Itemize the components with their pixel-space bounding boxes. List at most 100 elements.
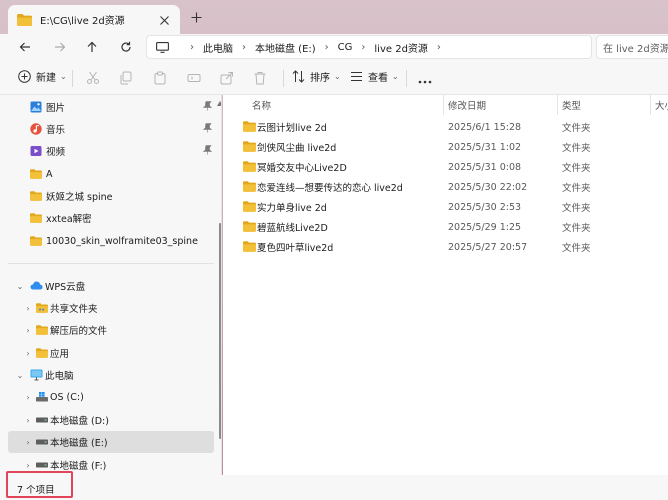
file-row[interactable]: 恋爱连线—想要传达的恋心 live2d 2025/5/30 22:02 文件夹 [237,177,668,197]
file-type: 文件夹 [562,203,591,214]
new-button[interactable]: 新建 ⌄ [18,69,67,84]
monitor-icon [156,41,169,53]
file-type: 文件夹 [562,183,591,194]
chevron-right-icon[interactable]: › [23,349,33,358]
file-date: 2025/5/31 0:08 [448,161,522,173]
file-row[interactable]: 云图计划live 2d 2025/6/1 15:28 文件夹 [237,117,668,137]
breadcrumb-cg[interactable]: CG › [338,42,375,53]
up-arrow-icon[interactable] [83,38,101,56]
sidebar-item-videos[interactable]: 视频 [8,140,214,162]
folder-icon [30,213,42,223]
sidebar-item-this-pc[interactable]: ⌄ 此电脑 [8,364,214,386]
breadcrumb-sep: › [190,41,194,53]
refresh-icon[interactable] [117,38,135,56]
file-type: 文件夹 [562,163,591,174]
file-date: 2025/6/1 15:28 [448,121,522,133]
back-arrow-icon[interactable] [16,38,34,56]
file-type: 文件夹 [562,223,591,234]
more-options-icon[interactable] [418,76,432,90]
breadcrumb-this-pc[interactable]: 此电脑 › [203,40,255,55]
column-name-label: 名称 [252,101,272,112]
sidebar-item-xxtea[interactable]: xxtea解密 [8,207,214,229]
cut-icon[interactable] [86,71,100,85]
sidebar-item-wps-cloud[interactable]: ⌄ WPS云盘 [8,275,214,297]
column-divider[interactable] [650,95,651,115]
sidebar-item-pictures[interactable]: 图片 [8,96,214,118]
column-header-size[interactable]: 大小 [655,95,668,115]
chevron-right-icon[interactable]: › [23,393,33,402]
sidebar-item-drive-e[interactable]: › 本地磁盘 (E:) [8,431,214,453]
file-row[interactable]: 碧蓝航线Live2D 2025/5/29 1:25 文件夹 [237,217,668,237]
column-header-name[interactable]: 名称 [252,95,271,115]
folder-icon [243,201,256,212]
folder-icon [243,241,256,252]
sidebar-item-drive-c[interactable]: › OS (C:) [8,386,214,408]
new-tab-icon[interactable] [188,9,204,25]
divider [283,70,284,87]
chevron-down-icon: ⌄ [334,72,341,81]
folder-icon [243,121,256,132]
sidebar-item-folder-a[interactable]: A [8,163,214,185]
sidebar-item-shared-folder[interactable]: › 共享文件夹 [8,297,214,319]
column-header-date[interactable]: 修改日期 [448,95,486,115]
sidebar-item-apps[interactable]: › 应用 [8,342,214,364]
chevron-right-icon[interactable]: › [23,438,33,447]
file-name: 碧蓝航线Live2D [257,223,328,234]
view-label: 查看 [368,73,388,84]
windows-drive-icon [36,392,48,402]
forward-arrow-icon[interactable] [51,38,69,56]
chevron-right-icon[interactable]: › [23,416,33,425]
chevron-right-icon[interactable]: › [23,304,33,313]
status-bar: 7 个项目 [0,475,668,500]
column-divider[interactable] [443,95,444,115]
sort-button[interactable]: 排序 ⌄ [292,69,341,84]
file-row[interactable]: 实力单身live 2d 2025/5/30 2:53 文件夹 [237,197,668,217]
chevron-down-icon[interactable]: ⌄ [15,282,25,291]
view-button[interactable]: 查看 ⌄ [350,69,399,84]
file-row[interactable]: 剑侠风尘曲 live2d 2025/5/31 1:02 文件夹 [237,137,668,157]
sidebar-scrollbar-thumb[interactable] [219,223,221,439]
column-header-type[interactable]: 类型 [562,95,581,115]
chevron-right-icon[interactable]: › [23,461,33,470]
close-tab-icon[interactable] [157,13,171,27]
paste-icon[interactable] [153,71,167,85]
sidebar-item-extracted-files[interactable]: › 解压后的文件 [8,319,214,341]
cloud-icon [30,281,43,290]
folder-icon [30,169,42,179]
chevron-right-icon[interactable]: › [23,326,33,335]
breadcrumb-drive-e[interactable]: 本地磁盘 (E:) › [255,40,338,55]
rename-icon[interactable] [187,71,201,85]
folder-icon [17,13,32,26]
file-row[interactable]: 夏色四叶草live2d 2025/5/27 20:57 文件夹 [237,237,668,257]
drive-icon [36,462,48,468]
delete-icon[interactable] [253,71,267,85]
file-row[interactable]: 冥婚交友中心Live2D 2025/5/31 0:08 文件夹 [237,157,668,177]
sidebar-item-music[interactable]: 音乐 [8,118,214,140]
sidebar-item-yaoji-spine[interactable]: 妖姬之城 spine [8,185,214,207]
address-bar[interactable]: › 此电脑 › 本地磁盘 (E:) › CG › live 2d资源 › [146,35,592,59]
window-tab[interactable]: E:\CG\live 2d资源 [8,5,180,34]
divider [72,70,73,87]
folder-icon [243,221,256,232]
file-name: 云图计划live 2d [257,123,327,134]
computer-icon [30,369,43,381]
column-date-label: 修改日期 [448,101,487,112]
chevron-down-icon[interactable]: ⌄ [15,371,25,380]
share-icon[interactable] [220,71,234,85]
file-date: 2025/5/30 2:53 [448,201,522,213]
breadcrumb-live2d[interactable]: live 2d资源 › [374,40,450,55]
sidebar-item-wolframite-spine[interactable]: 10030_skin_wolframite03_spine [8,230,214,252]
scroll-up-icon[interactable] [217,98,221,106]
folder-icon [243,141,256,152]
copy-icon[interactable] [119,71,133,85]
search-input[interactable]: 在 live 2d资源 中搜索 [596,35,668,59]
sidebar-item-drive-d[interactable]: › 本地磁盘 (D:) [8,409,214,431]
column-divider[interactable] [557,95,558,115]
tab-title: E:\CG\live 2d资源 [40,16,125,27]
view-icon [350,70,363,83]
pin-icon [202,101,213,114]
pin-icon [202,145,213,158]
annotation-highlight-box [6,471,73,498]
file-date: 2025/5/27 20:57 [448,241,528,253]
drive-icon [36,439,48,445]
